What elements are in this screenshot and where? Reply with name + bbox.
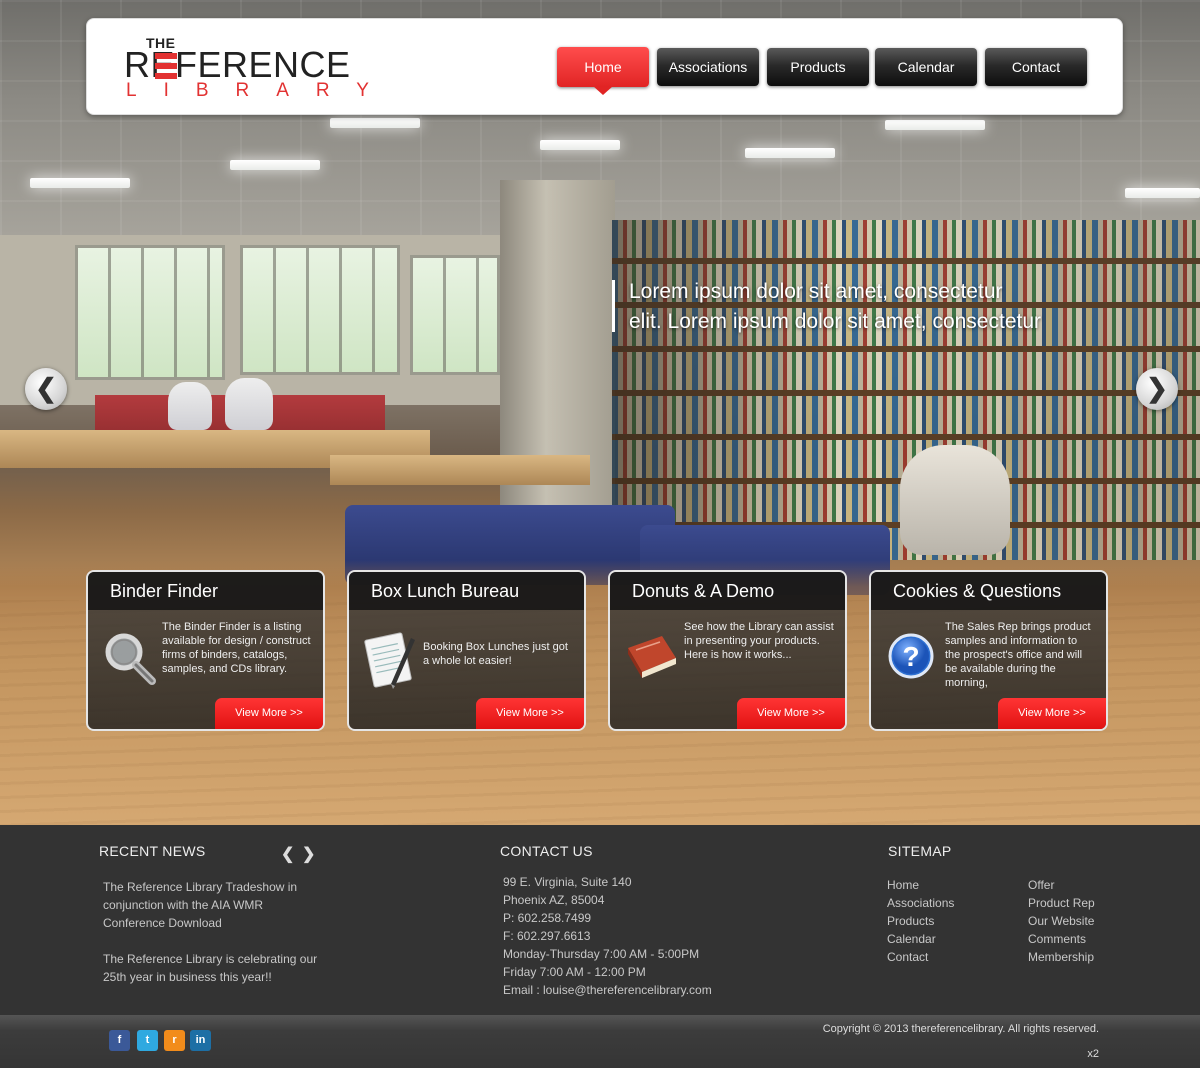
book-icon [622,628,680,686]
contact-hours-friday: Friday 7:00 AM - 12:00 PM [503,965,646,979]
contact-hours-weekday: Monday-Thursday 7:00 AM - 5:00PM [503,947,700,961]
sitemap-link-calendar[interactable]: Calendar [887,930,1007,948]
site-footer: RECENT NEWS ❮ ❯ The Reference Library Tr… [0,825,1200,1015]
slider-prev-button[interactable]: ❮ [25,368,67,410]
sitemap-link-associations[interactable]: Associations [887,894,1007,912]
contact-address-line2: Phoenix AZ, 85004 [503,893,605,907]
feature-text: Booking Box Lunches just got a whole lot… [423,641,568,667]
linkedin-icon[interactable]: in [190,1030,211,1051]
recent-news-heading: RECENT NEWS [99,843,206,859]
feature-box-binder-finder: Binder Finder The Binder Finder is a lis… [86,570,325,731]
chevron-left-icon: ❮ [35,373,57,403]
slide-caption-line2: elit. Lorem ipsum dolor sit amet, consec… [629,310,1042,333]
view-more-button[interactable]: View More >> [737,698,845,729]
news-next-icon[interactable]: ❯ [302,844,315,864]
sitemap-link-home[interactable]: Home [887,876,1007,894]
site-logo[interactable]: THE REFERENCE LIBRARY [124,35,369,101]
news-item[interactable]: The Reference Library is celebrating our… [103,950,328,986]
slide-caption: Lorem ipsum dolor sit amet, consectetur … [629,277,1099,337]
sitemap-col1: Home Associations Products Calendar Cont… [887,876,1007,966]
feature-title: Donuts & A Demo [610,572,845,610]
sitemap-link-membership[interactable]: Membership [1028,948,1138,966]
news-item[interactable]: The Reference Library Tradeshow in conju… [103,878,328,932]
contact-block: 99 E. Virginia, Suite 140 Phoenix AZ, 85… [503,873,763,999]
sitemap-col2: Offer Product Rep Our Website Comments M… [1028,876,1138,966]
logo-e-bars-icon [155,53,177,79]
news-prev-icon[interactable]: ❮ [281,844,294,864]
nav-products[interactable]: Products [767,48,869,86]
view-more-button[interactable]: View More >> [998,698,1106,729]
nav-contact[interactable]: Contact [985,48,1087,86]
designer-badge: x2 [1087,1048,1099,1060]
contact-fax: F: 602.297.6613 [503,929,591,943]
rss-icon[interactable]: r [164,1030,185,1051]
feature-text: See how the Library can assist in presen… [684,621,834,661]
feature-box-box-lunch-bureau: Box Lunch Bureau Booking Box Lunches jus… [347,570,586,731]
sitemap-link-comments[interactable]: Comments [1028,930,1138,948]
question-icon: ? [883,628,941,686]
contact-heading: CONTACT US [500,843,593,859]
view-more-button[interactable]: View More >> [476,698,584,729]
bottom-bar: f t r in Copyright © 2013 thereferenceli… [0,1015,1200,1068]
slide-caption-line1: Lorem ipsum dolor sit amet, consectetur [629,280,1003,303]
site-header: THE REFERENCE LIBRARY Home Associations … [86,18,1123,115]
logo-library: LIBRARY [126,80,396,101]
feature-box-donuts-demo: Donuts & A Demo See how the Library can … [608,570,847,731]
twitter-icon[interactable]: t [137,1030,158,1051]
facebook-icon[interactable]: f [109,1030,130,1051]
sitemap-heading: SITEMAP [888,843,952,859]
contact-email[interactable]: Email : louise@thereferencelibrary.com [503,981,763,999]
sitemap-link-our-website[interactable]: Our Website [1028,912,1138,930]
sitemap-link-products[interactable]: Products [887,912,1007,930]
contact-phone: P: 602.258.7499 [503,911,592,925]
sitemap-link-offer[interactable]: Offer [1028,876,1138,894]
contact-address-line1: 99 E. Virginia, Suite 140 [503,875,632,889]
feature-text: The Binder Finder is a listing available… [162,621,311,675]
svg-text:?: ? [902,641,919,672]
notepad-pen-icon [361,628,419,689]
nav-calendar[interactable]: Calendar [875,48,977,86]
feature-title: Box Lunch Bureau [349,572,584,610]
view-more-button[interactable]: View More >> [215,698,323,729]
nav-associations[interactable]: Associations [657,48,759,86]
sitemap-link-contact[interactable]: Contact [887,948,1007,966]
slide-caption-bar [612,280,615,332]
feature-title: Binder Finder [88,572,323,610]
feature-box-cookies-questions: Cookies & Questions ? The Sales Rep brin… [869,570,1108,731]
magnifier-icon [100,628,158,686]
sitemap-link-product-rep[interactable]: Product Rep [1028,894,1138,912]
chevron-right-icon: ❯ [1146,373,1168,403]
slider-next-button[interactable]: ❯ [1136,368,1178,410]
copyright-text: Copyright © 2013 thereferencelibrary. Al… [822,1023,1099,1035]
feature-text: The Sales Rep brings product samples and… [945,621,1091,689]
feature-title: Cookies & Questions [871,572,1106,610]
nav-home[interactable]: Home [557,47,649,95]
